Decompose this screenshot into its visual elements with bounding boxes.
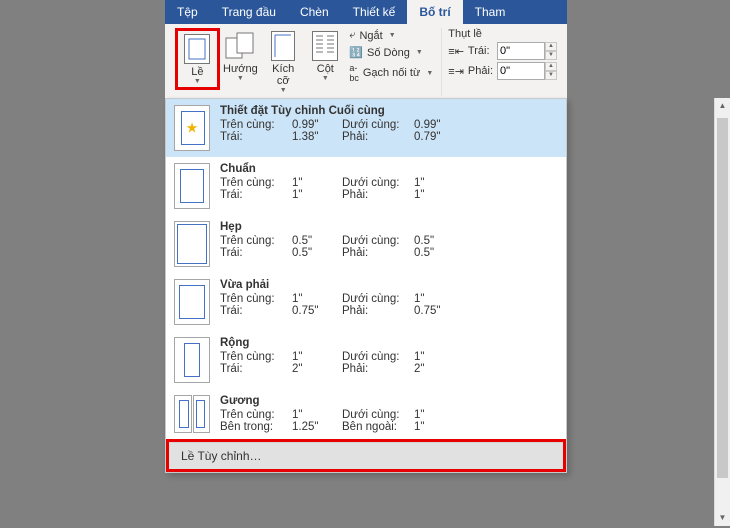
tab-layout[interactable]: Bố trí [407, 0, 462, 24]
spinner[interactable]: ▲▼ [545, 62, 557, 80]
custom-margins-label: Lề Tùy chỉnh… [181, 449, 262, 463]
indent-left-label: Trái: [468, 45, 493, 57]
margin-preset-icon [174, 221, 210, 267]
margins-dropdown: ★ Thiết đặt Tùy chỉnh Cuối cùng Trên cùng:… [165, 98, 567, 473]
margin-preset-icon [174, 395, 210, 433]
margins-preset-list: ★ Thiết đặt Tùy chỉnh Cuối cùng Trên cùng:… [166, 99, 566, 439]
margin-preset-name: Rộng [220, 337, 558, 349]
indent-right-icon: ≡⇥ [448, 65, 464, 78]
margin-preset-name: Hẹp [220, 221, 558, 233]
group-indent: Thụt lề ≡⇤ Trái: ▲▼ ≡⇥ Phải: ▲▼ [444, 28, 561, 96]
scrollbar[interactable]: ▲ ▼ [714, 98, 730, 526]
indent-right-input[interactable] [497, 62, 545, 80]
margin-values-row: Trên cùng:1"Dưới cùng:1" [220, 351, 558, 363]
spinner[interactable]: ▲▼ [545, 42, 557, 60]
margin-preset-name: Thiết đặt Tùy chỉnh Cuối cùng [220, 105, 558, 117]
breaks-label: Ngắt [359, 30, 382, 42]
line-numbers-button[interactable]: 🔢 Số Dòng ▼ [347, 45, 435, 60]
chevron-down-icon: ▼ [389, 32, 396, 39]
margin-preset-info: Thiết đặt Tùy chỉnh Cuối cùng Trên cùng:0… [220, 105, 558, 151]
hyphenation-label: Gạch nối từ [363, 67, 421, 79]
scroll-down-icon[interactable]: ▼ [715, 510, 730, 526]
margin-preset-normal[interactable]: Chuẩn Trên cùng:1"Dưới cùng:1"Trái:1"Phải… [166, 157, 566, 215]
margin-values-row: Bên trong:1.25"Bên ngoài:1" [220, 421, 558, 433]
breaks-button[interactable]: ⤶ Ngắt ▼ [347, 28, 435, 43]
ribbon: Lề ▼ Hướng ▼ Kích cỡ ▼ [165, 24, 567, 99]
margin-values-row: Trên cùng:1"Dưới cùng:1" [220, 409, 558, 421]
margin-values-row: Trên cùng:0.99"Dưới cùng:0.99" [220, 119, 558, 131]
margin-preset-info: Vừa phải Trên cùng:1"Dưới cùng:1"Trái:0.7… [220, 279, 558, 325]
margin-preset-info: Chuẩn Trên cùng:1"Dưới cùng:1"Trái:1"Phải… [220, 163, 558, 209]
margin-values-row: Trái:1"Phải:1" [220, 189, 558, 201]
margin-values-row: Trên cùng:1"Dưới cùng:1" [220, 177, 558, 189]
ribbon-tabs: Tệp Trang đầu Chèn Thiết kế Bố trí Tham [165, 0, 567, 24]
tab-design[interactable]: Thiết kế [341, 0, 408, 24]
margin-preset-last-custom[interactable]: ★ Thiết đặt Tùy chỉnh Cuối cùng Trên cùng:… [166, 99, 566, 157]
margin-values-row: Trái:2"Phải:2" [220, 363, 558, 375]
hyphenation-icon: a-bc [349, 63, 359, 83]
margins-button[interactable]: Lề ▼ [175, 28, 220, 90]
line-numbers-label: Số Dòng [367, 47, 410, 59]
margin-preset-icon [174, 163, 210, 209]
chevron-down-icon: ▼ [280, 87, 287, 94]
margin-preset-info: Gương Trên cùng:1"Dưới cùng:1"Bên trong:1… [220, 395, 558, 433]
page-setup-small: ⤶ Ngắt ▼ 🔢 Số Dòng ▼ a-bc Gạch nối từ ▼ [345, 28, 437, 84]
chevron-down-icon: ▼ [322, 75, 329, 82]
size-icon [267, 30, 299, 62]
margin-preset-wide[interactable]: Rộng Trên cùng:1"Dưới cùng:1"Trái:2"Phải:… [166, 331, 566, 389]
columns-label: Cột [317, 63, 334, 75]
hyphenation-button[interactable]: a-bc Gạch nối từ ▼ [347, 62, 435, 84]
margin-values-row: Trên cùng:1"Dưới cùng:1" [220, 293, 558, 305]
tab-home[interactable]: Trang đầu [210, 0, 288, 24]
columns-button[interactable]: Cột ▼ [305, 28, 345, 84]
margin-preset-info: Hẹp Trên cùng:0.5"Dưới cùng:0.5"Trái:0.5"… [220, 221, 558, 267]
indent-right-label: Phải: [468, 65, 493, 77]
margin-values-row: Trái:0.5"Phải:0.5" [220, 247, 558, 259]
star-icon: ★ [186, 120, 199, 137]
chevron-down-icon: ▼ [426, 70, 433, 77]
chevron-down-icon: ▼ [237, 75, 244, 82]
orientation-label: Hướng [223, 63, 258, 75]
orientation-button[interactable]: Hướng ▼ [220, 28, 261, 84]
margin-preset-narrow[interactable]: Hẹp Trên cùng:0.5"Dưới cùng:0.5"Trái:0.5"… [166, 215, 566, 273]
margins-icon [181, 33, 213, 65]
line-numbers-icon: 🔢 [349, 46, 363, 59]
indent-header: Thụt lề [448, 28, 557, 40]
tab-insert[interactable]: Chèn [288, 0, 341, 24]
margin-preset-moderate[interactable]: Vừa phải Trên cùng:1"Dưới cùng:1"Trái:0.7… [166, 273, 566, 331]
scroll-thumb[interactable] [717, 118, 728, 478]
scroll-up-icon[interactable]: ▲ [715, 98, 730, 114]
margin-preset-icon [174, 337, 210, 383]
margins-label: Lề [191, 66, 203, 78]
margin-values-row: Trái:1.38"Phải:0.79" [220, 131, 558, 143]
margin-preset-mirrored[interactable]: Gương Trên cùng:1"Dưới cùng:1"Bên trong:1… [166, 389, 566, 439]
group-page-setup: Lề ▼ Hướng ▼ Kích cỡ ▼ [171, 28, 442, 96]
margin-values-row: Trên cùng:0.5"Dưới cùng:0.5" [220, 235, 558, 247]
orientation-icon [224, 30, 256, 62]
custom-margins-item[interactable]: Lề Tùy chỉnh… [169, 442, 563, 469]
margin-preset-icon [174, 279, 210, 325]
size-button[interactable]: Kích cỡ ▼ [261, 28, 305, 96]
indent-left-input[interactable] [497, 42, 545, 60]
margin-preset-info: Rộng Trên cùng:1"Dưới cùng:1"Trái:2"Phải:… [220, 337, 558, 383]
margin-values-row: Trái:0.75"Phải:0.75" [220, 305, 558, 317]
columns-icon [309, 30, 341, 62]
margin-preset-name: Gương [220, 395, 558, 407]
margin-preset-icon: ★ [174, 105, 210, 151]
size-label: Kích cỡ [265, 63, 301, 87]
word-window: Tệp Trang đầu Chèn Thiết kế Bố trí Tham … [165, 0, 567, 99]
margin-preset-name: Vừa phải [220, 279, 558, 291]
tab-references[interactable]: Tham [463, 0, 518, 24]
tab-file[interactable]: Tệp [165, 0, 210, 24]
chevron-down-icon: ▼ [194, 78, 201, 85]
indent-left-icon: ≡⇤ [448, 45, 464, 58]
margin-preset-name: Chuẩn [220, 163, 558, 175]
breaks-icon: ⤶ [349, 29, 355, 42]
chevron-down-icon: ▼ [416, 49, 423, 56]
